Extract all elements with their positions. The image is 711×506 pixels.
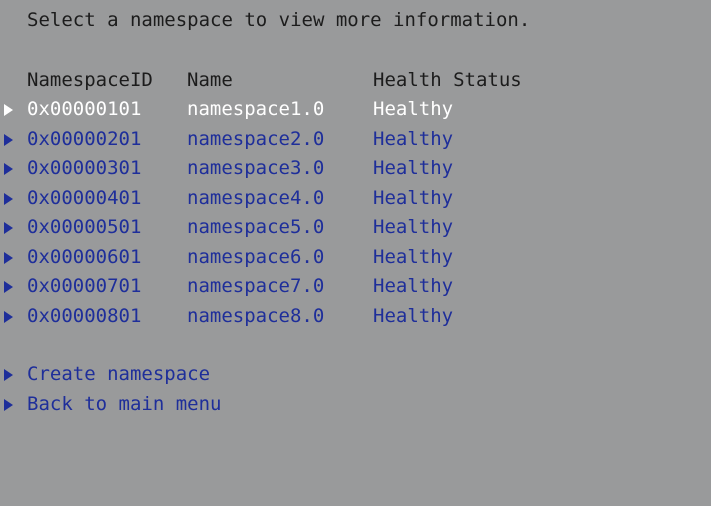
table-header: NamespaceID Name Health Status: [0, 66, 711, 95]
namespace-id: 0x00000501: [27, 216, 142, 238]
triangle-right-icon: [4, 251, 13, 264]
namespace-health: Healthy: [373, 127, 454, 150]
namespace-id: 0x00000801: [27, 304, 142, 327]
namespace-name: namespace6.0: [187, 245, 325, 268]
create-namespace-link[interactable]: Create namespace: [0, 360, 711, 389]
namespace-id: 0x00000401: [27, 186, 142, 209]
namespace-health: Healthy: [373, 245, 454, 268]
namespace-row-3[interactable]: 0x00000301 namespace3.0 Healthy: [0, 154, 711, 183]
namespace-row-2[interactable]: 0x00000201 namespace2.0 Healthy: [0, 125, 711, 154]
triangle-right-icon: [4, 163, 13, 175]
namespace-name: namespace8.0: [187, 304, 325, 327]
namespace-health: Healthy: [373, 186, 454, 209]
namespace-health: Healthy: [373, 157, 454, 179]
namespace-name: namespace2.0: [187, 127, 325, 150]
header-health-status: Health Status: [373, 69, 522, 91]
triangle-right-icon: [4, 133, 13, 146]
namespace-health: Healthy: [373, 275, 454, 297]
namespace-row-4[interactable]: 0x00000401 namespace4.0 Healthy: [0, 184, 711, 213]
namespace-row-7[interactable]: 0x00000701 namespace7.0 Healthy: [0, 272, 711, 301]
triangle-right-icon: [4, 398, 13, 411]
instruction-text: Select a namespace to view more informat…: [27, 9, 531, 31]
header-name: Name: [187, 69, 233, 91]
namespace-row-1[interactable]: 0x00000101 namespace1.0 Healthy: [0, 95, 711, 124]
namespace-row-6[interactable]: 0x00000601 namespace6.0 Healthy: [0, 243, 711, 272]
triangle-right-icon: [4, 369, 13, 381]
namespace-screen: Select a namespace to view more informat…: [0, 0, 711, 427]
namespace-id: 0x00000201: [27, 127, 142, 150]
namespace-id: 0x00000101: [27, 98, 142, 120]
namespace-id: 0x00000301: [27, 157, 142, 179]
namespace-name: namespace3.0: [187, 157, 325, 179]
triangle-right-icon: [4, 104, 13, 116]
header-namespace-id: NamespaceID: [27, 69, 153, 91]
namespace-name: namespace1.0: [187, 98, 325, 120]
namespace-name: namespace4.0: [187, 186, 325, 209]
namespace-row-5[interactable]: 0x00000501 namespace5.0 Healthy: [0, 213, 711, 242]
namespace-health: Healthy: [373, 98, 454, 120]
namespace-name: namespace5.0: [187, 216, 325, 238]
triangle-right-icon: [4, 281, 13, 293]
namespace-id: 0x00000701: [27, 275, 142, 297]
namespace-id: 0x00000601: [27, 245, 142, 268]
namespace-row-8[interactable]: 0x00000801 namespace8.0 Healthy: [0, 302, 711, 331]
namespace-health: Healthy: [373, 304, 454, 327]
namespace-name: namespace7.0: [187, 275, 325, 297]
triangle-right-icon: [4, 310, 13, 323]
triangle-right-icon: [4, 192, 13, 205]
back-to-main-menu-label: Back to main menu: [27, 392, 222, 415]
namespace-health: Healthy: [373, 216, 454, 238]
triangle-right-icon: [4, 222, 13, 234]
back-to-main-menu-link[interactable]: Back to main menu: [0, 390, 711, 419]
create-namespace-label: Create namespace: [27, 363, 211, 385]
